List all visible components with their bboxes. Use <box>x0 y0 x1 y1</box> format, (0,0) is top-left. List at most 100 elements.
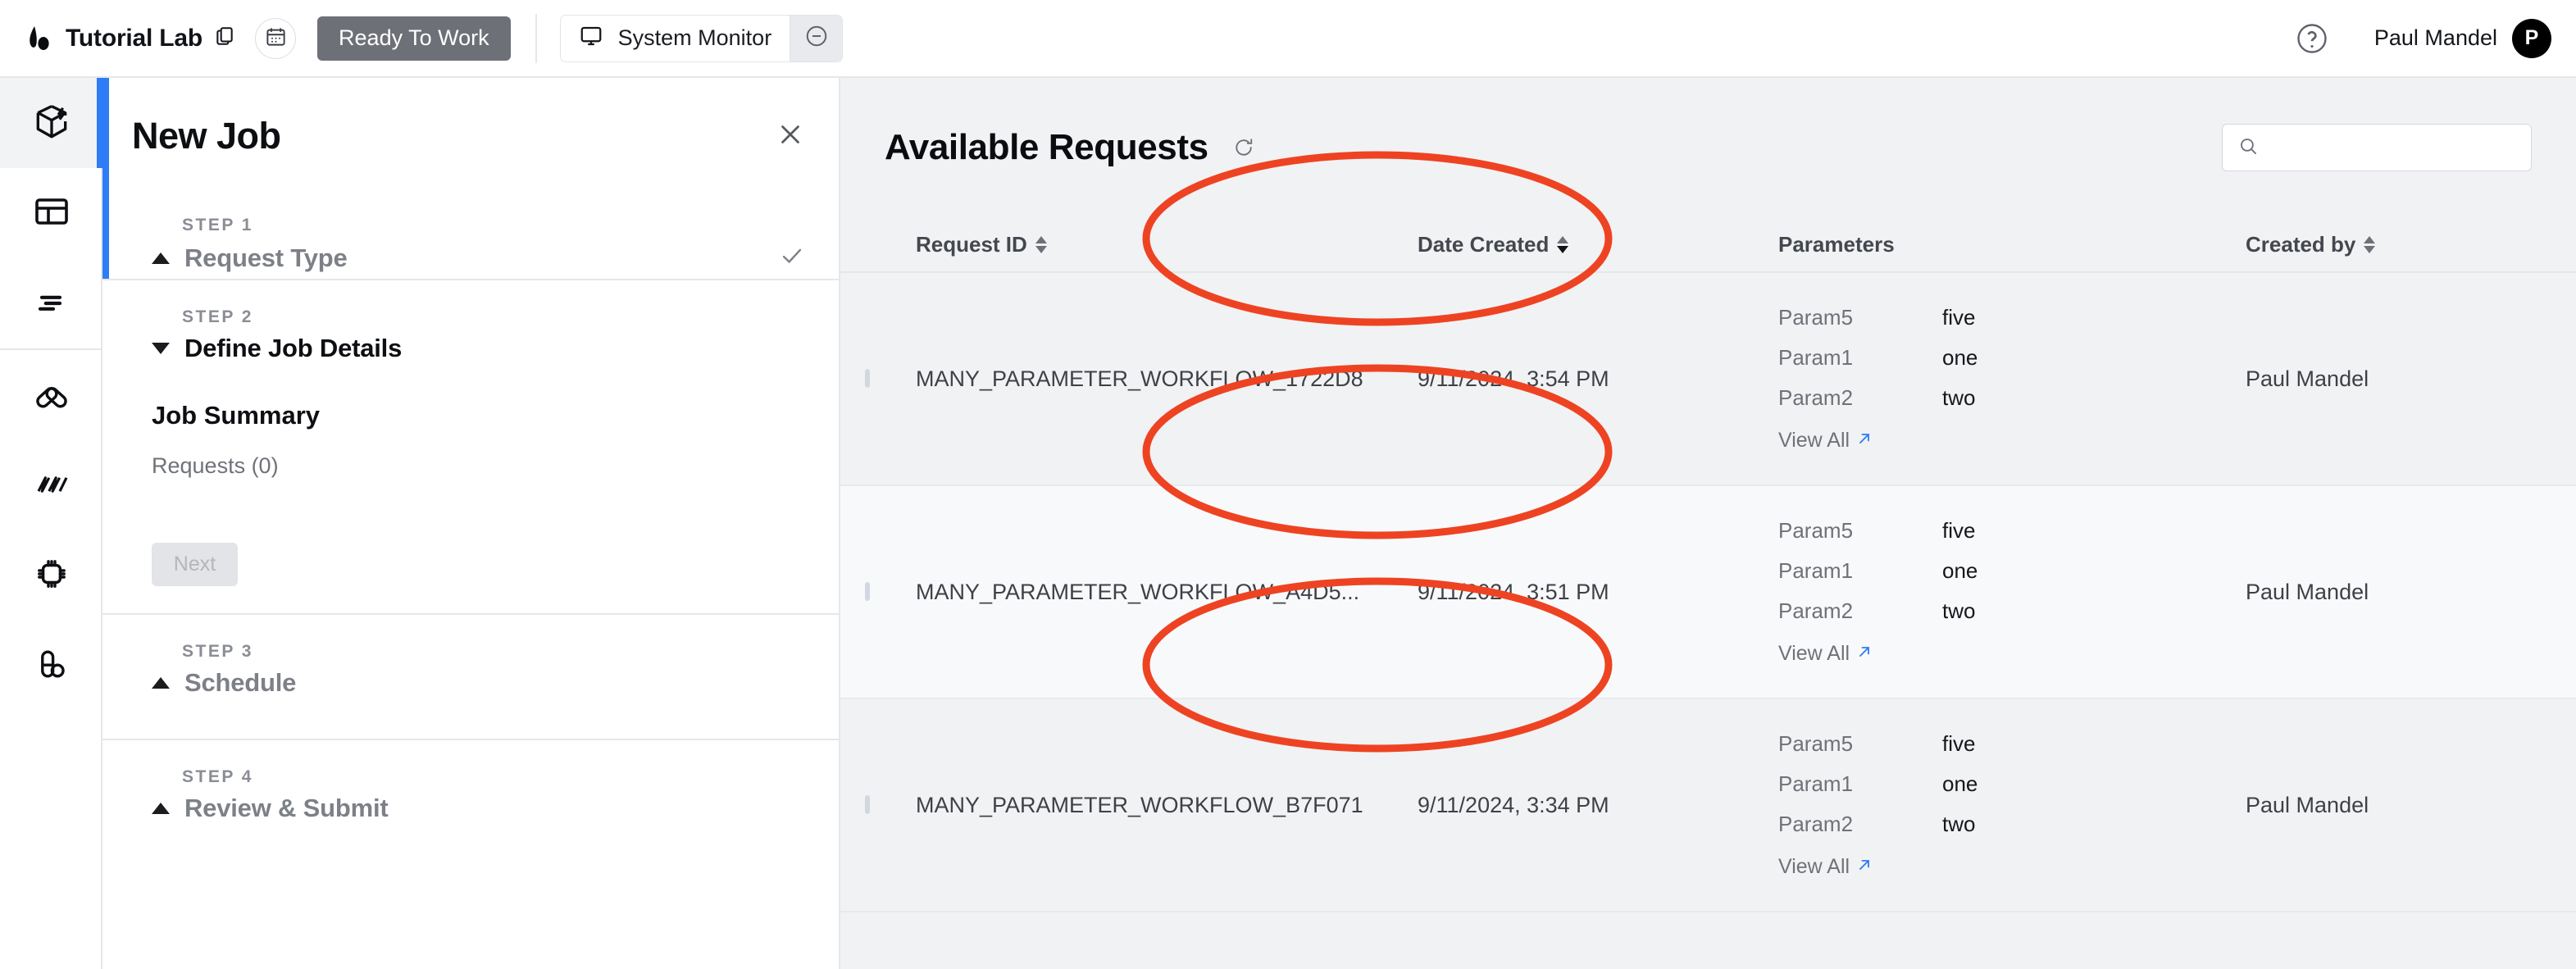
step-schedule[interactable]: STEP 3 Schedule <box>102 613 839 739</box>
row-checkbox[interactable] <box>865 369 870 388</box>
cell-request-id: MANY_PARAMETER_WORKFLOW_B7F071 <box>916 792 1363 817</box>
sidebar-item-package[interactable] <box>0 78 102 168</box>
copy-icon[interactable] <box>214 25 235 51</box>
sidebar-rail <box>0 78 102 969</box>
step-label: STEP 4 <box>182 767 253 786</box>
layout-dashboard-icon <box>32 192 71 235</box>
step-header-row: Schedule <box>152 668 806 698</box>
parameter-value: five <box>1942 731 1976 756</box>
step-request-type[interactable]: STEP 1 Request Type <box>102 194 839 279</box>
avatar[interactable]: P <box>2512 18 2551 58</box>
system-monitor-main[interactable]: System Monitor <box>560 15 790 61</box>
step-define-job-details[interactable]: STEP 2 Define Job Details Job Summary Re… <box>102 279 839 613</box>
parameter-key: Param2 <box>1778 385 1854 410</box>
system-monitor-label: System Monitor <box>617 25 772 50</box>
status-badge[interactable]: Ready To Work <box>317 16 511 61</box>
parameter-list: Param5 five Param1 one Param2 two View A… <box>1778 305 2246 453</box>
close-icon[interactable] <box>775 119 806 154</box>
chevron-up-icon[interactable] <box>152 677 170 689</box>
section-title: Available Requests <box>885 127 1208 167</box>
parameter-item: Param1 one <box>1778 345 2246 371</box>
refresh-icon[interactable] <box>1231 135 1256 160</box>
cell-date-created: 9/11/2024, 3:54 PM <box>1418 366 1609 391</box>
step-label: STEP 3 <box>182 642 253 661</box>
parameter-value: one <box>1942 345 1978 370</box>
view-all-link[interactable]: View All <box>1778 429 2246 453</box>
step-label: STEP 2 <box>182 307 253 326</box>
page-title: New Job <box>132 115 281 157</box>
minimize-circle-icon <box>804 24 829 52</box>
requests-count: Requests (0) <box>152 453 279 478</box>
cell-parameters: Param5 five Param1 one Param2 two View A… <box>1778 518 2246 666</box>
available-requests-panel: Available Requests Request ID Date Creat… <box>840 78 2576 969</box>
column-header-request-id[interactable]: Request ID <box>916 232 1418 257</box>
monitor-icon <box>579 24 603 52</box>
sidebar-item-strips[interactable] <box>0 440 102 530</box>
sort-icon[interactable] <box>2364 235 2376 253</box>
step-header-row: Request Type <box>152 242 806 274</box>
brand-name: Tutorial Lab <box>66 24 203 52</box>
column-label: Request ID <box>916 231 1027 257</box>
view-all-link[interactable]: View All <box>1778 855 2246 879</box>
sidebar-item-blocks[interactable] <box>0 621 102 711</box>
view-all-label: View All <box>1778 429 1850 452</box>
column-header-created-by[interactable]: Created by <box>2246 232 2574 257</box>
next-button[interactable]: Next <box>152 543 238 586</box>
parameter-key: Param1 <box>1778 345 1854 370</box>
column-header-date-created[interactable]: Date Created <box>1418 232 1778 257</box>
cell-date-created: 9/11/2024, 3:51 PM <box>1418 579 1609 604</box>
chevron-up-icon[interactable] <box>152 803 170 814</box>
chevron-up-icon[interactable] <box>152 252 170 264</box>
row-checkbox[interactable] <box>865 582 870 601</box>
calendar-icon <box>265 25 287 52</box>
calendar-button[interactable] <box>255 17 297 59</box>
parameter-item: Param2 two <box>1778 385 2246 411</box>
help-circle-icon[interactable] <box>2294 20 2330 57</box>
parameter-key: Param5 <box>1778 731 1854 756</box>
cell-date-created: 9/11/2024, 3:34 PM <box>1418 792 1609 817</box>
sidebar-item-chip[interactable] <box>0 530 102 621</box>
zigzag-strips-icon <box>32 464 71 507</box>
chevron-down-icon[interactable] <box>152 343 170 354</box>
sidebar-item-dashboard[interactable] <box>0 168 102 258</box>
parameter-value: one <box>1942 771 1978 796</box>
main-header: Available Requests <box>840 78 2576 217</box>
parameter-item: Param2 two <box>1778 812 2246 837</box>
top-bar: Tutorial Lab Ready To Work System Monito… <box>0 0 2576 78</box>
minimize-button[interactable] <box>790 15 843 61</box>
row-select-cell <box>865 795 916 814</box>
row-checkbox[interactable] <box>865 795 870 814</box>
droplet-logo-icon <box>23 24 52 53</box>
cell-request-id: MANY_PARAMETER_WORKFLOW_A4D5... <box>916 579 1360 604</box>
parameter-key: Param2 <box>1778 598 1854 623</box>
table-row[interactable]: MANY_PARAMETER_WORKFLOW_B7F071 9/11/2024… <box>840 699 2576 912</box>
sort-icon[interactable] <box>1035 235 1047 253</box>
brand[interactable]: Tutorial Lab <box>23 24 235 53</box>
search-box[interactable] <box>2222 124 2532 171</box>
table-row[interactable]: MANY_PARAMETER_WORKFLOW_A4D5... 9/11/202… <box>840 486 2576 699</box>
step-review-submit[interactable]: STEP 4 Review & Submit <box>102 739 839 870</box>
parameter-list: Param5 five Param1 one Param2 two View A… <box>1778 731 2246 879</box>
external-link-icon <box>1856 855 1873 879</box>
panel-header: New Job <box>102 78 839 194</box>
sidebar-item-capsules[interactable] <box>0 350 102 440</box>
new-job-panel: New Job STEP 1 Request Type STEP 2 Defin… <box>102 78 840 969</box>
table-row[interactable]: MANY_PARAMETER_WORKFLOW_1722D8 9/11/2024… <box>840 273 2576 486</box>
parameter-value: five <box>1942 518 1976 543</box>
column-label: Created by <box>2246 231 2356 257</box>
sort-icon[interactable] <box>1557 235 1569 253</box>
system-monitor-tab[interactable]: System Monitor <box>559 14 844 62</box>
sidebar-item-filter[interactable] <box>0 258 102 348</box>
parameter-item: Param2 two <box>1778 598 2246 624</box>
row-select-cell <box>865 582 916 601</box>
table-header: Request ID Date Created Parameters Creat… <box>840 217 2576 273</box>
search-input[interactable] <box>2269 136 2516 159</box>
parameter-item: Param1 one <box>1778 771 2246 797</box>
parameter-item: Param5 five <box>1778 518 2246 544</box>
parameter-value: two <box>1942 385 1976 410</box>
package-bolt-icon <box>31 101 72 146</box>
job-summary-title: Job Summary <box>152 401 321 430</box>
parameter-value: one <box>1942 558 1978 583</box>
view-all-link[interactable]: View All <box>1778 642 2246 666</box>
column-header-parameters: Parameters <box>1778 232 2246 257</box>
